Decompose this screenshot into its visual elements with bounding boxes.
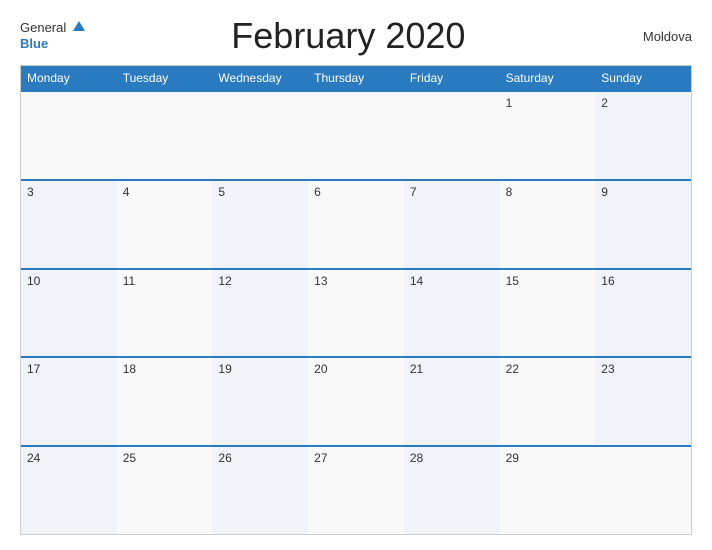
day-29: 29 bbox=[500, 447, 596, 534]
day-11: 11 bbox=[117, 270, 213, 357]
day-3: 3 bbox=[21, 181, 117, 268]
header-monday: Monday bbox=[21, 66, 117, 90]
day-22: 22 bbox=[500, 358, 596, 445]
day-number: 9 bbox=[601, 185, 608, 199]
logo-triangle-icon bbox=[73, 21, 85, 31]
calendar: Monday Tuesday Wednesday Thursday Friday… bbox=[20, 65, 692, 535]
day-10: 10 bbox=[21, 270, 117, 357]
empty-cell-4-6 bbox=[595, 447, 691, 534]
logo-line1: General bbox=[20, 20, 85, 36]
day-number: 3 bbox=[27, 185, 34, 199]
day-number: 20 bbox=[314, 362, 327, 376]
empty-cell-0-1 bbox=[117, 92, 213, 179]
day-number: 27 bbox=[314, 451, 327, 465]
country-label: Moldova bbox=[612, 29, 692, 44]
header-sunday: Sunday bbox=[595, 66, 691, 90]
day-number: 14 bbox=[410, 274, 423, 288]
day-12: 12 bbox=[212, 270, 308, 357]
day-number: 7 bbox=[410, 185, 417, 199]
day-5: 5 bbox=[212, 181, 308, 268]
day-19: 19 bbox=[212, 358, 308, 445]
page: General Blue February 2020 Moldova Monda… bbox=[0, 0, 712, 550]
calendar-week-4: 17 18 19 20 21 22 23 bbox=[21, 356, 691, 445]
calendar-body: 1234567891011121314151617181920212223242… bbox=[21, 90, 691, 534]
day-number: 10 bbox=[27, 274, 40, 288]
calendar-header: Monday Tuesday Wednesday Thursday Friday… bbox=[21, 66, 691, 90]
empty-cell-0-4 bbox=[404, 92, 500, 179]
day-14: 14 bbox=[404, 270, 500, 357]
day-25: 25 bbox=[117, 447, 213, 534]
day-number: 29 bbox=[506, 451, 519, 465]
day-21: 21 bbox=[404, 358, 500, 445]
empty-cell-0-2 bbox=[212, 92, 308, 179]
day-20: 20 bbox=[308, 358, 404, 445]
calendar-week-5: 24 25 26 27 28 29 bbox=[21, 445, 691, 534]
calendar-title: February 2020 bbox=[85, 15, 612, 57]
day-24: 24 bbox=[21, 447, 117, 534]
day-2: 2 bbox=[595, 92, 691, 179]
day-number: 11 bbox=[123, 274, 135, 288]
day-number: 2 bbox=[601, 96, 608, 110]
day-number: 1 bbox=[506, 96, 513, 110]
header-thursday: Thursday bbox=[308, 66, 404, 90]
day-18: 18 bbox=[117, 358, 213, 445]
logo-general-text: General bbox=[20, 20, 66, 35]
header-friday: Friday bbox=[404, 66, 500, 90]
day-7: 7 bbox=[404, 181, 500, 268]
empty-cell-0-3 bbox=[308, 92, 404, 179]
day-4: 4 bbox=[117, 181, 213, 268]
header-wednesday: Wednesday bbox=[212, 66, 308, 90]
calendar-week-1: 12 bbox=[21, 90, 691, 179]
day-17: 17 bbox=[21, 358, 117, 445]
day-number: 23 bbox=[601, 362, 614, 376]
day-number: 16 bbox=[601, 274, 614, 288]
day-number: 24 bbox=[27, 451, 40, 465]
day-number: 21 bbox=[410, 362, 423, 376]
day-number: 4 bbox=[123, 185, 130, 199]
day-26: 26 bbox=[212, 447, 308, 534]
logo-blue-text: Blue bbox=[20, 36, 48, 51]
day-number: 22 bbox=[506, 362, 519, 376]
day-16: 16 bbox=[595, 270, 691, 357]
day-number: 19 bbox=[218, 362, 231, 376]
day-number: 25 bbox=[123, 451, 136, 465]
day-6: 6 bbox=[308, 181, 404, 268]
day-number: 26 bbox=[218, 451, 231, 465]
day-number: 8 bbox=[506, 185, 513, 199]
day-13: 13 bbox=[308, 270, 404, 357]
day-28: 28 bbox=[404, 447, 500, 534]
day-number: 13 bbox=[314, 274, 327, 288]
day-number: 17 bbox=[27, 362, 40, 376]
day-number: 28 bbox=[410, 451, 423, 465]
day-number: 15 bbox=[506, 274, 519, 288]
header: General Blue February 2020 Moldova bbox=[20, 15, 692, 57]
day-23: 23 bbox=[595, 358, 691, 445]
day-number: 18 bbox=[123, 362, 136, 376]
day-15: 15 bbox=[500, 270, 596, 357]
day-number: 12 bbox=[218, 274, 231, 288]
logo: General Blue bbox=[20, 20, 85, 52]
day-27: 27 bbox=[308, 447, 404, 534]
calendar-week-2: 3 4 5 6 7 8 9 bbox=[21, 179, 691, 268]
day-8: 8 bbox=[500, 181, 596, 268]
header-tuesday: Tuesday bbox=[117, 66, 213, 90]
day-1: 1 bbox=[500, 92, 596, 179]
day-number: 6 bbox=[314, 185, 321, 199]
header-saturday: Saturday bbox=[500, 66, 596, 90]
day-number: 5 bbox=[218, 185, 225, 199]
day-9: 9 bbox=[595, 181, 691, 268]
empty-cell-0-0 bbox=[21, 92, 117, 179]
calendar-week-3: 10 11 12 13 14 15 16 bbox=[21, 268, 691, 357]
